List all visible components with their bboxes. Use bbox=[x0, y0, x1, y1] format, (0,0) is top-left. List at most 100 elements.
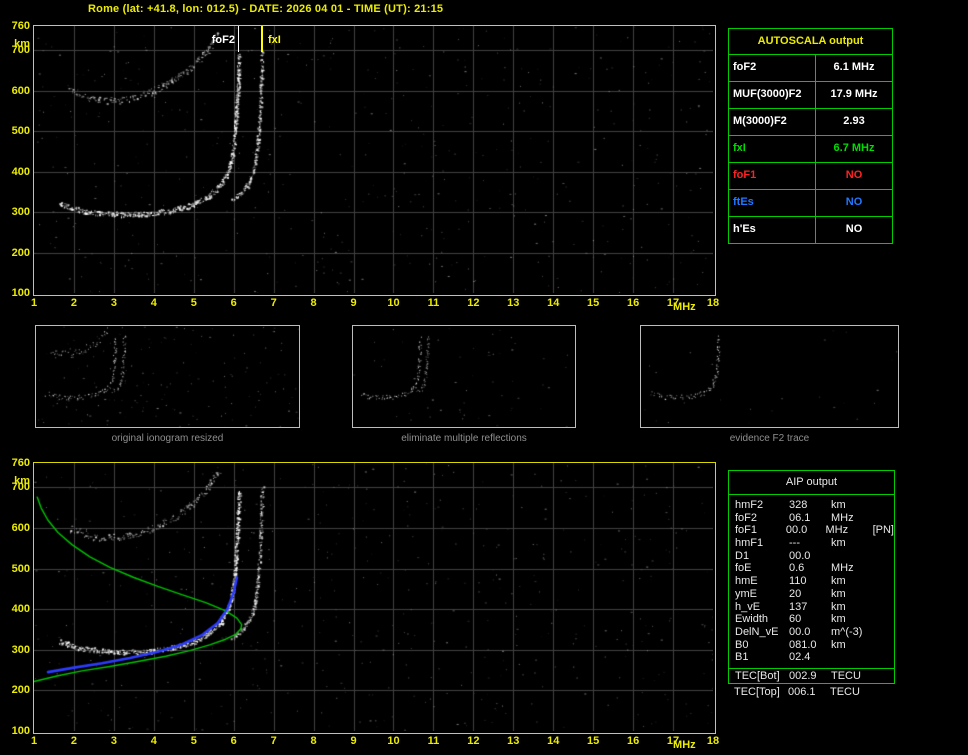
x-axis-tick: 3 bbox=[110, 297, 117, 309]
aip-row-label: ymE bbox=[735, 587, 757, 600]
aip-row-value: --- bbox=[789, 537, 800, 550]
autoscala-row-value: NO bbox=[845, 169, 863, 181]
aip-row-unit: km bbox=[831, 575, 846, 588]
autoscala-row-value: NO bbox=[845, 223, 863, 235]
aip-row: D1 00.0 bbox=[729, 550, 894, 563]
y-axis-unit: km bbox=[14, 38, 30, 50]
ionogram-canvas-bottom bbox=[34, 463, 713, 731]
x-axis-tick: 10 bbox=[387, 735, 400, 747]
y-axis-tick: 200 bbox=[11, 684, 30, 697]
autoscala-row: h'Es NO bbox=[729, 217, 892, 243]
x-axis-tick: 5 bbox=[190, 297, 197, 309]
aip-row-extra bbox=[881, 651, 894, 664]
autoscala-row: MUF(3000)F2 17.9 MHz bbox=[729, 82, 892, 109]
aip-row-extra bbox=[881, 537, 894, 550]
aip-row-unit: km bbox=[831, 613, 846, 626]
aip-row-label: DelN_vE bbox=[735, 625, 779, 638]
aip-row-extra bbox=[881, 562, 894, 575]
aip-row-extra bbox=[881, 550, 894, 563]
ionogram-canvas-top bbox=[34, 26, 713, 293]
aip-row-unit bbox=[831, 550, 881, 563]
aip-row: ymE 20 km bbox=[729, 588, 894, 601]
aip-row-label: B0 bbox=[735, 638, 749, 651]
x-axis-tick: 8 bbox=[310, 735, 317, 747]
y-axis-tick: 600 bbox=[11, 84, 30, 97]
aip-row-label: TEC[Top] bbox=[734, 686, 780, 698]
aip-row-label: TEC[Bot] bbox=[735, 669, 780, 682]
x-axis-tick: 14 bbox=[547, 297, 560, 309]
aip-table-header: AIP output bbox=[729, 471, 894, 495]
thumbnail-canvas-original bbox=[35, 325, 300, 428]
x-axis-tick: 18 bbox=[706, 735, 720, 747]
autoscala-row: fxI 6.7 MHz bbox=[729, 136, 892, 163]
aip-table-rows: hmF2 328 km foF2 06.1 MHz foF1 00.0 MHz [PN] hmF1 -… bbox=[729, 495, 894, 664]
autoscala-row-label: foF2 bbox=[729, 55, 816, 81]
aip-row-value: 60 bbox=[789, 613, 802, 626]
aip-row-label: hmF2 bbox=[735, 499, 764, 511]
aip-row-extra: [PN] bbox=[872, 524, 894, 537]
x-axis-tick: 10 bbox=[387, 297, 400, 309]
aip-row-extra bbox=[881, 588, 894, 601]
x-axis-unit: MHz bbox=[673, 739, 696, 751]
y-axis-tick: 400 bbox=[11, 603, 30, 616]
y-axis-unit: km bbox=[14, 475, 30, 487]
aip-row-extra bbox=[881, 613, 894, 626]
autoscala-row-label: MUF(3000)F2 bbox=[729, 82, 816, 108]
y-axis-tick: 200 bbox=[11, 246, 30, 259]
ionogram-plot-bottom: 760 700 600 500 400 300 200 100 km 1 2 3 4 5 6 7 8 9 10 11 1… bbox=[12, 457, 719, 751]
aip-row-extra bbox=[881, 512, 894, 525]
fof2-marker-label: foF2 bbox=[211, 34, 235, 46]
thumbnail-evidence-f2: evidence F2 trace bbox=[640, 325, 899, 444]
x-axis-tick: 8 bbox=[310, 297, 317, 309]
x-axis-tick: 16 bbox=[626, 297, 640, 309]
aip-row-label: hmF1 bbox=[735, 537, 764, 550]
autoscala-row-value: NO bbox=[845, 196, 863, 208]
aip-row-label: D1 bbox=[735, 549, 750, 562]
autoscala-row: foF2 6.1 MHz bbox=[729, 55, 892, 82]
aip-row-value: 06.1 bbox=[789, 511, 811, 524]
aip-row-value: 137 bbox=[789, 600, 808, 613]
autoscala-table-header: AUTOSCALA output bbox=[729, 29, 892, 55]
ionogram-plot-top: foF2 fxI 760 700 600 500 400 300 200 100 km 1 2 3 4 5… bbox=[12, 20, 719, 313]
x-axis-tick: 4 bbox=[150, 735, 157, 747]
autoscala-row-label: foF1 bbox=[729, 163, 816, 189]
aip-row-unit: m^(-3) bbox=[831, 625, 863, 638]
aip-tec-bottom-row: TEC[Bot] 002.9 TECU bbox=[729, 669, 894, 683]
x-axis-tick: 14 bbox=[547, 735, 560, 747]
autoscala-row-value: 6.7 MHz bbox=[833, 142, 875, 154]
aip-row-unit bbox=[831, 651, 881, 664]
x-axis-tick: 11 bbox=[427, 297, 440, 309]
aip-row-value: 006.1 bbox=[788, 686, 816, 698]
aip-row: foF2 06.1 MHz bbox=[729, 512, 894, 525]
aip-row-label: foF2 bbox=[735, 511, 758, 524]
x-axis-tick: 9 bbox=[350, 297, 357, 309]
y-axis-tick: 300 bbox=[11, 206, 30, 219]
x-axis-tick: 2 bbox=[70, 297, 77, 309]
aip-row-unit: km bbox=[831, 600, 846, 613]
fxi-marker-label: fxI bbox=[268, 34, 281, 46]
aip-row-unit: km bbox=[831, 638, 846, 651]
x-axis-tick: 13 bbox=[507, 735, 520, 747]
x-axis-tick: 6 bbox=[230, 735, 237, 747]
autoscala-row-label: M(3000)F2 bbox=[729, 109, 816, 135]
autoscala-row-label: fxI bbox=[729, 136, 816, 162]
x-axis-tick: 6 bbox=[230, 297, 237, 309]
autoscala-row-value: 6.1 MHz bbox=[833, 61, 875, 73]
x-axis-unit: MHz bbox=[673, 301, 696, 313]
aip-row-value: 20 bbox=[789, 587, 802, 600]
autoscala-output-table: AUTOSCALA output foF2 6.1 MHz MUF(3000)F2 1… bbox=[728, 28, 893, 244]
aip-row-label: hmE bbox=[735, 575, 758, 588]
aip-row-unit: MHz bbox=[825, 524, 849, 537]
aip-row: hmE 110 km bbox=[729, 575, 894, 588]
aip-row: B0 081.0 km bbox=[729, 639, 894, 652]
aip-row-unit: MHz bbox=[831, 562, 854, 575]
x-axis-tick: 1 bbox=[30, 735, 38, 747]
aip-row-value: 00.0 bbox=[789, 549, 811, 562]
y-axis-tick: 300 bbox=[11, 643, 30, 656]
aip-row-unit: km bbox=[831, 499, 846, 511]
aip-row: DelN_vE 00.0 m^(-3) bbox=[729, 626, 894, 639]
aip-tec-row: TEC[Bot] 002.9 TECU bbox=[729, 669, 894, 683]
station-date-title: Rome (lat: +41.8, lon: 012.5) - DATE: 20… bbox=[88, 3, 444, 15]
x-axis-tick: 9 bbox=[350, 735, 357, 747]
thumbnail-caption: evidence F2 trace bbox=[729, 433, 810, 444]
